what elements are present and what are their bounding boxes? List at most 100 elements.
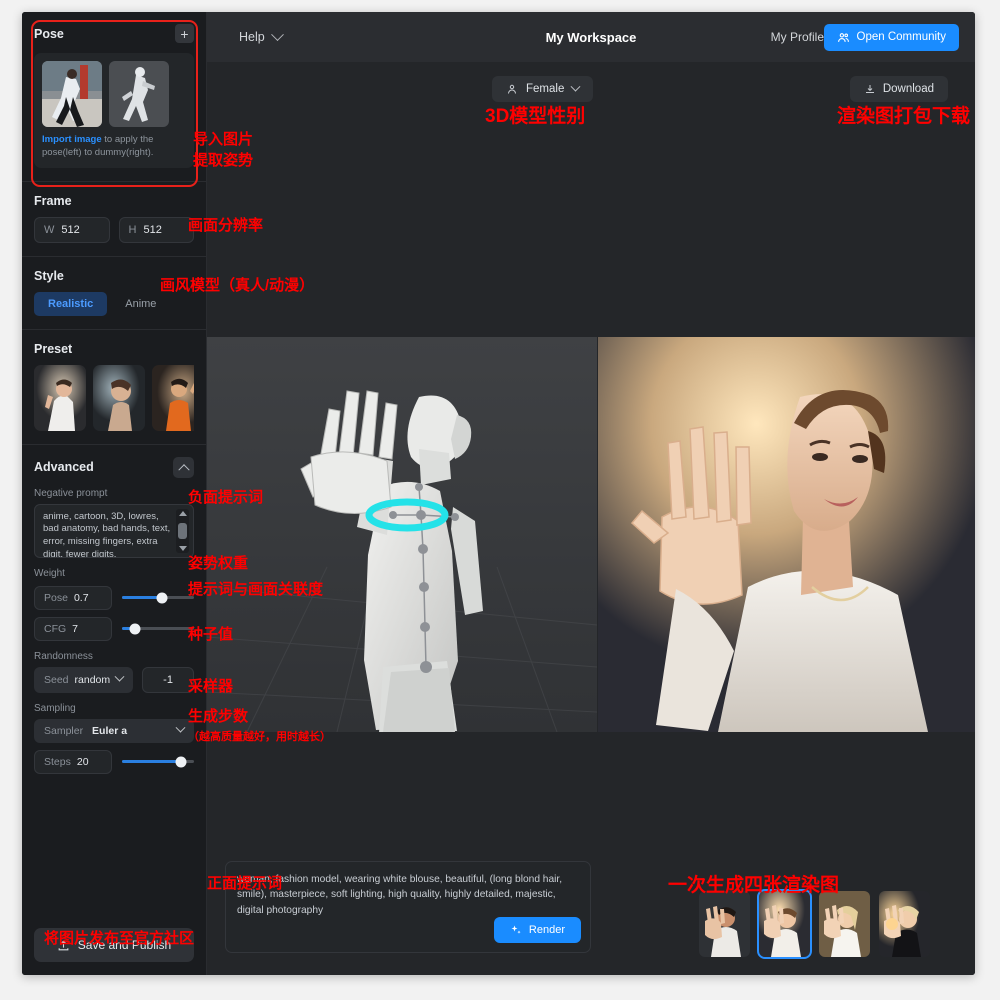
frame-width-value: 512 <box>61 223 80 236</box>
download-button[interactable]: Download <box>849 76 948 102</box>
preset-title: Preset <box>34 341 73 356</box>
generated-image <box>598 337 975 732</box>
pose-section: Pose + Import image to apply the pose(le… <box>22 12 206 182</box>
result-thumb-4[interactable] <box>879 891 930 957</box>
3d-mannequin <box>207 337 597 732</box>
pose-weight-value: 0.7 <box>73 591 89 604</box>
preset-thumb-2[interactable] <box>93 364 145 431</box>
chevron-down-icon <box>175 722 186 733</box>
cfg-value: 7 <box>72 622 79 635</box>
frame-height-value: 512 <box>143 223 162 236</box>
annotation-8: 种子值 <box>188 626 234 643</box>
cfg-row: CFG 7 <box>34 616 194 641</box>
sampler-select[interactable]: Sampler Euler a <box>34 718 194 743</box>
annotation-12: 正面提示词 <box>207 875 283 892</box>
annotation-1: 3D模型性别 <box>485 106 586 127</box>
annotation-14: 将图片发布至官方社区 <box>44 930 195 947</box>
seed-value-input[interactable]: -1 <box>142 666 194 693</box>
render-label: Render <box>528 924 565 936</box>
cfg-input[interactable]: CFG 7 <box>34 616 112 641</box>
negative-prompt-scrollbar[interactable] <box>176 508 189 553</box>
advanced-section: Advanced Negative prompt anime, cartoon,… <box>22 445 206 787</box>
advanced-title: Advanced <box>34 460 94 475</box>
advanced-header: Advanced <box>34 456 194 478</box>
pose-dummy-image[interactable] <box>109 61 169 127</box>
download-icon <box>865 85 874 93</box>
3d-viewport[interactable] <box>207 337 597 732</box>
scroll-down-icon[interactable] <box>178 545 187 551</box>
scrollbar-thumb[interactable] <box>178 522 187 539</box>
render-button[interactable]: Render <box>493 917 581 943</box>
style-segmented-control: Realistic Anime <box>34 291 194 316</box>
style-option-anime[interactable]: Anime <box>111 292 170 316</box>
result-thumb-1[interactable] <box>699 891 750 957</box>
steps-key: Steps <box>44 755 71 768</box>
annotation-6: 姿势权重 <box>188 555 249 572</box>
prompt-value: woman, fashion model, wearing white blou… <box>237 874 563 916</box>
frame-height-input[interactable]: H 512 <box>118 216 194 243</box>
person-icon <box>508 84 516 94</box>
weight-label: Weight <box>34 567 65 579</box>
result-thumb-2[interactable] <box>757 889 812 959</box>
steps-slider[interactable] <box>122 756 194 768</box>
seed-mode-select[interactable]: Seed random <box>34 666 134 693</box>
pose-title: Pose <box>34 26 64 41</box>
pose-weight-key: Pose <box>44 591 68 604</box>
import-image-link[interactable]: Import image <box>42 134 102 145</box>
chevron-down-icon <box>570 81 581 92</box>
frame-width-input[interactable]: W 512 <box>34 216 110 243</box>
negative-prompt-value: anime, cartoon, 3D, lowres, bad anatomy,… <box>43 510 171 558</box>
gender-label: Female <box>526 83 565 95</box>
seed-mode-value: random <box>74 673 111 686</box>
seed-key: Seed <box>44 673 69 686</box>
annotation-0: 导入图片 提取姿势 <box>193 131 254 169</box>
annotation-2: 渲染图打包下载 <box>837 106 971 127</box>
seed-row: Seed random -1 <box>34 666 194 693</box>
gender-select[interactable]: Female <box>492 76 594 102</box>
annotation-11: （越高质量越好，用时越长） <box>188 731 331 743</box>
chevron-down-icon <box>114 671 125 682</box>
top-bar: Help My Workspace My Profile Open Commun… <box>207 12 975 62</box>
left-sidebar: Pose + Import image to apply the pose(le… <box>22 12 207 975</box>
pose-weight-row: Pose 0.7 <box>34 585 194 610</box>
negative-prompt-input[interactable]: anime, cartoon, 3D, lowres, bad anatomy,… <box>34 503 194 558</box>
preset-thumb-1[interactable] <box>34 364 86 431</box>
profile-label: My Profile <box>770 30 824 44</box>
annotation-5: 负面提示词 <box>188 489 264 506</box>
sampler-value: Euler a <box>92 724 128 737</box>
seed-value: -1 <box>163 673 173 686</box>
download-label: Download <box>882 83 934 95</box>
sampler-key: Sampler <box>44 724 84 737</box>
cfg-slider[interactable] <box>122 623 194 635</box>
sparkle-icon <box>511 925 521 934</box>
cfg-key: CFG <box>44 622 67 635</box>
chevron-up-icon[interactable] <box>173 456 194 478</box>
pose-source-image[interactable] <box>42 61 102 127</box>
annotation-9: 采样器 <box>188 678 234 695</box>
plus-icon[interactable]: + <box>175 24 194 43</box>
frame-width-key: W <box>44 223 55 236</box>
pose-weight-input[interactable]: Pose 0.7 <box>34 585 112 610</box>
preset-thumb-3[interactable] <box>152 364 194 431</box>
frame-section: Frame W 512 H 512 <box>22 182 206 257</box>
annotation-3: 画面分辨率 <box>188 217 264 234</box>
pose-card[interactable]: Import image to apply the pose(left) to … <box>34 53 194 168</box>
main-stage: Female Download woman, fashion model, we… <box>207 62 975 975</box>
sampling-label: Sampling <box>34 702 76 714</box>
pose-header: Pose + <box>34 24 194 43</box>
negative-prompt-label: Negative prompt <box>34 487 108 499</box>
community-label: Open Community <box>856 31 946 43</box>
pose-weight-slider[interactable] <box>122 592 194 604</box>
frame-fields: W 512 H 512 <box>34 216 194 243</box>
open-community-button[interactable]: Open Community <box>823 23 959 51</box>
style-option-realistic[interactable]: Realistic <box>34 291 108 316</box>
result-thumb-3[interactable] <box>819 891 870 957</box>
steps-input[interactable]: Steps 20 <box>34 749 112 774</box>
annotation-10: 生成步数 <box>188 708 249 725</box>
frame-title: Frame <box>34 193 72 208</box>
result-preview[interactable] <box>598 337 975 732</box>
app-window: Pose + Import image to apply the pose(le… <box>22 12 975 975</box>
randomness-label: Randomness <box>34 650 93 662</box>
annotation-13: 一次生成四张渲染图 <box>668 875 840 896</box>
scroll-up-icon[interactable] <box>178 510 187 516</box>
